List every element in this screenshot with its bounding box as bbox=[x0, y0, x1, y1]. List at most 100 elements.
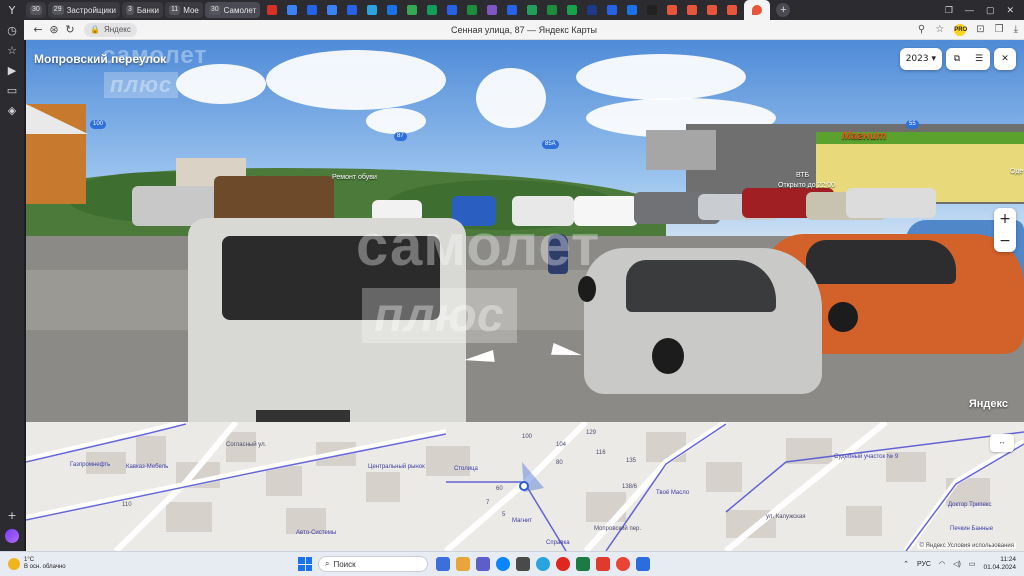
clock[interactable]: 11:24 01.04.2024 bbox=[983, 556, 1016, 572]
tab-mini[interactable] bbox=[642, 2, 662, 18]
file-explorer-icon[interactable] bbox=[456, 557, 470, 571]
play-icon[interactable]: ▶ bbox=[5, 64, 19, 78]
edge-icon[interactable] bbox=[496, 557, 510, 571]
bus-stop-label[interactable]: 55 bbox=[906, 120, 919, 129]
street-view-panorama[interactable]: 100 87 85А 55 Ремонт обуви ВТБ Открыто д… bbox=[26, 40, 1024, 422]
minimap[interactable]: Согласный ул. Газпромнефть Кавказ-Мебель… bbox=[26, 422, 1024, 551]
map-expand-button[interactable]: ↔ bbox=[990, 434, 1014, 452]
tab-group-samolet[interactable]: 30 Самолет bbox=[204, 2, 261, 18]
poi-clothes[interactable]: Оде bbox=[1010, 168, 1023, 175]
map-label[interactable]: Твоё Масло bbox=[656, 490, 689, 496]
map-label[interactable]: Справка bbox=[546, 540, 570, 546]
map-label[interactable]: Магнит bbox=[512, 518, 532, 524]
tab-mini[interactable] bbox=[622, 2, 642, 18]
tv-icon[interactable]: ▭ bbox=[5, 84, 19, 98]
volume-icon[interactable]: ◁) bbox=[953, 560, 961, 568]
tab-mini[interactable] bbox=[302, 2, 322, 18]
app-icon[interactable] bbox=[636, 557, 650, 571]
map-label[interactable]: Центральный рынок bbox=[368, 464, 425, 470]
taskbar-search[interactable]: ⌕ Поиск bbox=[318, 556, 428, 572]
extensions-icon[interactable]: ❒ bbox=[995, 24, 1004, 35]
bus-stop-label[interactable]: 87 bbox=[394, 132, 407, 141]
tab-mini[interactable] bbox=[582, 2, 602, 18]
opera-icon[interactable] bbox=[556, 557, 570, 571]
weather-widget[interactable]: 1°C В осн. облачно bbox=[0, 557, 150, 571]
tab-mini[interactable] bbox=[542, 2, 562, 18]
tab-mini[interactable] bbox=[482, 2, 502, 18]
maximize-icon[interactable]: ▢ bbox=[986, 5, 995, 16]
clock-icon[interactable]: ◷ bbox=[5, 24, 19, 38]
zoom-in-button[interactable]: + bbox=[999, 211, 1011, 227]
tab-mini[interactable] bbox=[702, 2, 722, 18]
bookmark-icon[interactable]: ☆ bbox=[935, 24, 944, 35]
tab-yandex-maps[interactable] bbox=[744, 0, 771, 20]
map-label[interactable]: Судебный участок № 9 bbox=[834, 454, 898, 460]
map-label[interactable]: Столица bbox=[454, 466, 478, 472]
tab-group-moe[interactable]: 11 Мое bbox=[164, 2, 203, 18]
tab-mini[interactable] bbox=[342, 2, 362, 18]
location-icon[interactable]: ⚲ bbox=[918, 24, 925, 35]
tab-mini[interactable] bbox=[382, 2, 402, 18]
tab-group-zastroyshchiki[interactable]: 29 Застройщики bbox=[47, 2, 120, 18]
yandex-browser-icon[interactable]: Y bbox=[5, 4, 19, 18]
wifi-icon[interactable]: ◠ bbox=[939, 560, 945, 568]
teams-icon[interactable] bbox=[476, 557, 490, 571]
tab-mini[interactable] bbox=[522, 2, 542, 18]
start-button[interactable] bbox=[298, 557, 312, 571]
tab-mini[interactable] bbox=[402, 2, 422, 18]
bus-stop-label[interactable]: 100 bbox=[90, 120, 107, 129]
menu-icon[interactable]: ☰ bbox=[968, 48, 990, 70]
add-icon[interactable]: + bbox=[5, 509, 19, 523]
url-field[interactable]: 🔒 Яндекс bbox=[84, 22, 137, 37]
poi-shoe-repair[interactable]: Ремонт обуви bbox=[332, 174, 377, 181]
year-select[interactable]: 2023 ▾ bbox=[899, 48, 942, 70]
tab-mini[interactable] bbox=[422, 2, 442, 18]
bus-stop-label[interactable]: 85А bbox=[542, 140, 559, 149]
tab-mini[interactable] bbox=[682, 2, 702, 18]
store-icon[interactable] bbox=[516, 557, 530, 571]
collections-icon[interactable]: ❐ bbox=[945, 5, 953, 16]
bookmarks-icon[interactable]: ☆ bbox=[5, 44, 19, 58]
chevron-up-icon[interactable]: ⌃ bbox=[903, 560, 909, 568]
close-icon[interactable]: ✕ bbox=[994, 48, 1016, 70]
telegram-icon[interactable] bbox=[536, 557, 550, 571]
chrome-icon[interactable] bbox=[616, 557, 630, 571]
tab-mini[interactable] bbox=[282, 2, 302, 18]
minimize-icon[interactable]: — bbox=[965, 5, 974, 16]
tab-mini[interactable] bbox=[502, 2, 522, 18]
tab-mini[interactable] bbox=[322, 2, 342, 18]
new-tab-button[interactable]: + bbox=[776, 3, 791, 17]
download-icon[interactable]: ⤓ bbox=[1014, 24, 1018, 35]
map-label[interactable]: Печкин Банные bbox=[950, 526, 993, 532]
open-external-icon[interactable]: ⧉ bbox=[946, 48, 968, 70]
tab-saver-icon[interactable]: ⊡ bbox=[976, 24, 984, 35]
tab-mini[interactable] bbox=[602, 2, 622, 18]
tab-mini[interactable] bbox=[462, 2, 482, 18]
tab-mini[interactable] bbox=[722, 2, 742, 18]
map-label[interactable]: Газпромнефть bbox=[70, 462, 110, 468]
tab-group-banki[interactable]: 3 Банки bbox=[121, 2, 163, 18]
reload-icon[interactable]: ↻ bbox=[62, 22, 78, 38]
yandex-icon[interactable] bbox=[596, 557, 610, 571]
tab-mini[interactable] bbox=[562, 2, 582, 18]
battery-icon[interactable]: ▭ bbox=[969, 560, 976, 568]
excel-icon[interactable] bbox=[576, 557, 590, 571]
language-indicator[interactable]: РУС bbox=[917, 561, 931, 568]
map-label[interactable]: Доктор Трипекс bbox=[948, 502, 991, 508]
task-view-icon[interactable] bbox=[436, 557, 450, 571]
poi-vtb[interactable]: ВТБ bbox=[796, 172, 809, 179]
tab-group-0[interactable]: 30 bbox=[26, 2, 46, 18]
back-icon[interactable]: ← bbox=[30, 22, 46, 38]
tab-mini[interactable] bbox=[262, 2, 282, 18]
protect-icon[interactable]: ⊛ bbox=[46, 22, 62, 38]
map-label[interactable]: Авто-Системы bbox=[296, 530, 336, 536]
map-copyright[interactable]: © Яндекс Условия использования bbox=[917, 543, 1016, 549]
close-icon[interactable]: ✕ bbox=[1006, 5, 1014, 16]
zoom-out-button[interactable]: − bbox=[999, 233, 1011, 249]
tab-mini[interactable] bbox=[362, 2, 382, 18]
alice-icon[interactable] bbox=[5, 529, 19, 543]
yandex-plus-icon[interactable]: PRO bbox=[954, 23, 967, 36]
screenshot-icon[interactable]: ◈ bbox=[5, 104, 19, 118]
map-label[interactable]: Кавказ-Мебель bbox=[126, 464, 168, 470]
tab-mini[interactable] bbox=[442, 2, 462, 18]
